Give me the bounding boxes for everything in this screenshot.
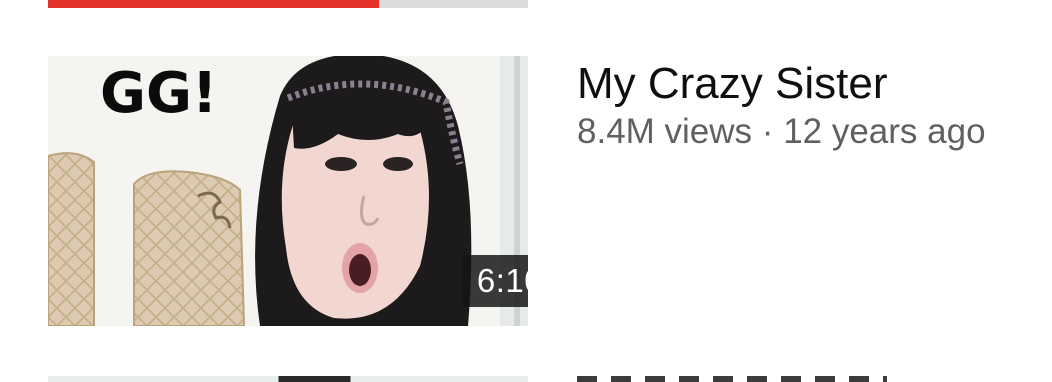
video-title[interactable]: My Crazy Sister xyxy=(577,58,1037,110)
video-metadata: 8.4M views · 12 years ago xyxy=(577,110,1037,154)
previous-video-thumbnail[interactable] xyxy=(48,0,528,8)
next-video-thumbnail[interactable] xyxy=(48,376,528,382)
watch-progress-bar xyxy=(48,0,380,8)
next-video-title[interactable] xyxy=(577,376,887,382)
thumbnail-image: GG! xyxy=(48,56,528,326)
duration-badge: 6:10 xyxy=(462,255,528,307)
meta-separator: · xyxy=(761,112,774,151)
video-info[interactable]: My Crazy Sister 8.4M views · 12 years ag… xyxy=(577,56,1037,154)
thumbnail-caption-text: GG! xyxy=(100,61,217,126)
upload-age: 12 years ago xyxy=(783,112,986,151)
video-list-item[interactable]: GG! 6:10 My Crazy Sister 8.4M views · 12… xyxy=(0,56,1052,326)
video-thumbnail[interactable]: GG! 6:10 xyxy=(48,56,528,326)
view-count: 8.4M views xyxy=(577,112,753,151)
